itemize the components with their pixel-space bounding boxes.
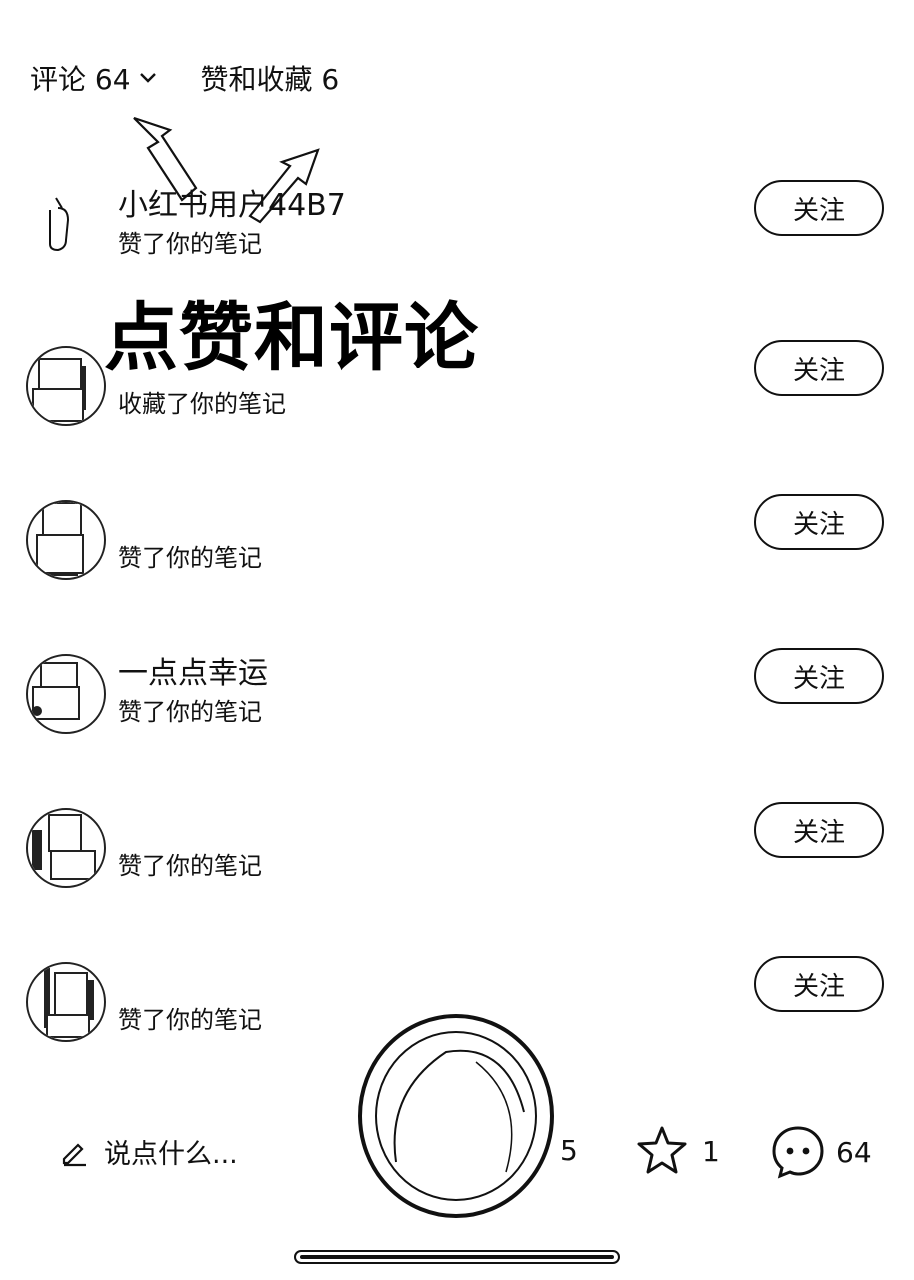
avatar[interactable] [26,808,106,888]
avatar[interactable] [26,962,106,1042]
comment-button[interactable]: 64 [770,1124,872,1180]
follow-button[interactable]: 关注 [754,180,884,236]
action-text: 赞了你的笔记 [118,230,262,258]
tab-likes-collections[interactable]: 赞和收藏 6 [201,58,340,98]
tab-comments[interactable]: 评论 64 [30,58,157,98]
user-name[interactable]: 小红书用户44B7 [118,180,346,224]
list-item: 一点点幸运 赞了你的笔记 关注 [0,648,914,768]
home-indicator[interactable] [294,1250,620,1264]
avatar[interactable] [26,500,106,580]
avatar[interactable] [26,346,106,426]
list-item: 小红书用户44B7 赞了你的笔记 关注 [0,180,914,300]
list-item: 赞了你的笔记 关注 [0,494,914,614]
action-text: 赞了你的笔记 [118,698,262,726]
star-count: 1 [702,1134,720,1168]
list-item: 赞了你的笔记 关注 [0,802,914,922]
collect-button[interactable]: 1 [634,1124,720,1178]
star-icon [637,1126,687,1174]
tab-comments-label: 评论 64 [30,63,131,96]
follow-button[interactable]: 关注 [754,648,884,704]
chevron-down-icon [139,72,157,84]
follow-button[interactable]: 关注 [754,494,884,550]
comment-count: 64 [836,1135,872,1169]
tab-bar: 评论 64 赞和收藏 6 [30,58,339,98]
bottom-action-bar: 说点什么... 5 1 64 [0,1118,914,1188]
bubble-overlay-icon [358,1014,554,1218]
follow-button[interactable]: 关注 [754,802,884,858]
follow-button[interactable]: 关注 [754,956,884,1012]
user-name[interactable]: 一点点幸运 [118,648,268,692]
list-item: 收藏了你的笔记 关注 [0,340,914,460]
comment-placeholder: 说点什么... [104,1139,238,1170]
avatar-outline-icon [49,197,70,252]
avatar[interactable] [26,654,106,734]
action-text: 赞了你的笔记 [118,852,262,880]
like-count[interactable]: 5 [560,1134,578,1167]
action-text: 收藏了你的笔记 [118,390,286,418]
follow-button[interactable]: 关注 [754,340,884,396]
avatar[interactable] [26,186,102,262]
comment-input[interactable]: 说点什么... [60,1132,238,1171]
pencil-icon [62,1142,86,1166]
action-text: 赞了你的笔记 [118,544,262,572]
tab-likes-label: 赞和收藏 6 [200,63,340,96]
action-text: 赞了你的笔记 [118,1006,262,1034]
chat-bubble-icon [772,1126,824,1179]
